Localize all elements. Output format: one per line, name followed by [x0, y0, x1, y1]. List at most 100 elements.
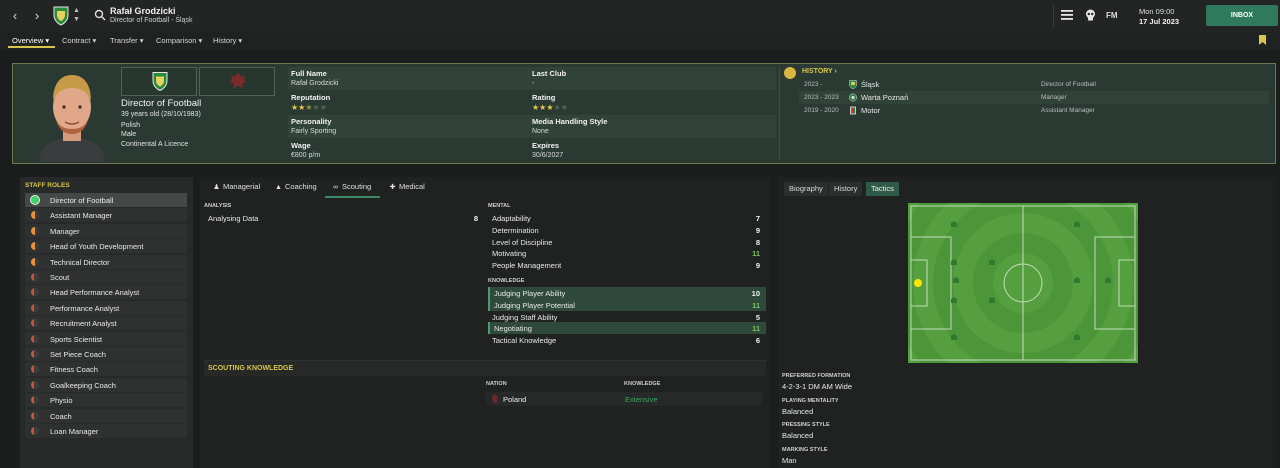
subnav-transfer[interactable]: Transfer ▾ [110, 36, 144, 45]
nation-column-header: NATION [486, 381, 507, 387]
history-club[interactable]: Śląsk [861, 80, 879, 89]
role-suitability-icon [31, 350, 39, 358]
top-bar: ‹ › ▲ ▼ Rafał Grodzicki Director of Footb… [0, 0, 1280, 32]
role-label: Goalkeeping Coach [50, 380, 116, 390]
mentality-value: Balanced [782, 407, 814, 416]
bookmark-icon[interactable] [1259, 35, 1266, 45]
role-item[interactable]: Technical Director [25, 254, 187, 269]
media-handling-value: None [532, 128, 549, 135]
menu-icon[interactable] [1061, 10, 1073, 20]
role-suitability-icon [31, 411, 39, 420]
role-item[interactable]: Director of Football [25, 193, 187, 207]
tab-medical[interactable]: ✚ Medical [388, 182, 425, 197]
history-years: 2023 - 2023 [804, 94, 839, 101]
current-date: 17 Jul 2023 [1139, 17, 1180, 26]
role-suitability-icon [31, 211, 39, 220]
nation-knowledge-row[interactable]: Poland Extensive [486, 392, 762, 406]
history-role: Assistant Manager [1041, 107, 1095, 114]
staff-roles-panel: STAFF ROLES Director of Football Assistan… [20, 177, 193, 468]
attribute-value: 8 [473, 214, 478, 223]
role-item[interactable]: Physio [25, 393, 187, 408]
role-suitability-icon [31, 427, 39, 435]
slask-crest-icon [152, 72, 168, 92]
role-label: Performance Analyst [50, 303, 120, 313]
role-label: Coach [50, 411, 72, 421]
slask-badge-icon [849, 80, 857, 89]
tab-scouting[interactable]: ∞ Scouting [331, 182, 371, 197]
tab-coaching[interactable]: ▲ Coaching [274, 182, 317, 197]
history-link[interactable]: HISTORY › [802, 68, 837, 75]
current-club-badge[interactable] [121, 67, 197, 96]
managerial-icon: ♟ [213, 184, 220, 191]
attribute-value: 8 [755, 237, 760, 247]
profile-info-grid: Full Name Rafał Grodzicki Last Club - Re… [288, 67, 776, 161]
role-label: Director of Football [50, 196, 114, 205]
history-club[interactable]: Motor [861, 106, 880, 115]
inbox-button[interactable]: INBOX [1206, 5, 1278, 26]
attribute-name: Judging Player Potential [494, 300, 575, 310]
expires-label: Expires [532, 141, 560, 150]
role-label: Sports Scientist [50, 334, 103, 344]
role-item[interactable]: Recruitment Analyst [25, 316, 187, 331]
fm-logo-icon[interactable]: FM [1106, 11, 1118, 20]
attribute-value: 10 [751, 289, 760, 298]
subnav-contract[interactable]: Contract ▾ [62, 36, 96, 45]
tab-biography[interactable]: Biography [784, 182, 828, 196]
role-item[interactable]: Loan Manager [25, 424, 187, 438]
attribute-row: Judging Player Ability 10 [488, 287, 766, 299]
scouting-knowledge-title: SCOUTING KNOWLEDGE [208, 365, 294, 372]
history-row[interactable]: 2023 - 2023 Warta Poznań Manager [799, 91, 1269, 104]
attribute-row: Tactical Knowledge 6 [488, 334, 766, 346]
nation-emblem-icon [230, 72, 246, 89]
skull-icon[interactable] [1085, 9, 1096, 21]
history-club[interactable]: Warta Poznań [861, 93, 908, 102]
role-item[interactable]: Manager [25, 223, 187, 238]
tab-managerial[interactable]: ♟ Managerial [212, 182, 260, 197]
role-item[interactable]: Goalkeeping Coach [25, 377, 187, 392]
subnav-overview[interactable]: Overview ▾ [12, 36, 49, 45]
tab-tactics[interactable]: Tactics [866, 182, 899, 196]
marking-value: Man [782, 456, 797, 465]
tab-history[interactable]: History [829, 182, 863, 196]
role-suitability-icon [31, 334, 39, 343]
personality-value: Fairly Sporting [291, 128, 337, 135]
back-arrow-icon[interactable]: ‹ [8, 8, 22, 24]
history-row[interactable]: 2023 - Śląsk Director of Football [799, 78, 1269, 91]
history-row[interactable]: 2019 - 2020 Motor Assistant Manager [799, 104, 1269, 117]
role-item[interactable]: Sports Scientist [25, 331, 187, 346]
club-crest-icon[interactable] [52, 6, 70, 26]
role-item[interactable]: Set Piece Coach [25, 347, 187, 361]
attribute-row: Judging Staff Ability 5 [488, 311, 766, 323]
forward-arrow-icon[interactable]: › [30, 8, 44, 24]
licence-text: Continental A Licence [121, 141, 189, 148]
info-row: Reputation ★★★★★ Rating ★★★★★ [288, 91, 776, 114]
role-label: Assistant Manager [50, 211, 113, 221]
nation-badge[interactable] [199, 67, 275, 96]
goalkeeper-marker [914, 279, 922, 287]
role-item[interactable]: Head Performance Analyst [25, 285, 187, 300]
role-item[interactable]: Coach [25, 408, 187, 423]
role-item[interactable]: Fitness Coach [25, 362, 187, 377]
attribute-value: 7 [755, 214, 760, 223]
info-row: Full Name Rafał Grodzicki Last Club - [288, 67, 776, 90]
info-row: Wage €800 p/m Expires 30/6/2027 [288, 139, 776, 162]
attributes-panel: ♟ Managerial ▲ Coaching ∞ Scouting ✚ Medical… [200, 177, 770, 468]
attribute-row: Negotiating 11 [488, 322, 766, 335]
rating-stars: ★★★★★ [532, 103, 568, 112]
role-item[interactable]: Head of Youth Development [25, 239, 187, 254]
club-switch-arrows-icon[interactable]: ▲ ▼ [73, 6, 80, 24]
search-icon[interactable] [94, 9, 106, 21]
attribute-name: Motivating [492, 249, 527, 259]
subnav-history[interactable]: History ▾ [213, 36, 242, 45]
role-item[interactable]: Performance Analyst [25, 300, 187, 315]
role-item[interactable]: Assistant Manager [25, 208, 187, 223]
nation-name[interactable]: Poland [503, 395, 526, 404]
age-text: 39 years old (28/10/1983) [121, 111, 201, 118]
formation-pitch [908, 203, 1138, 363]
attribute-value: 11 [752, 324, 760, 334]
subnav-comparison[interactable]: Comparison ▾ [156, 36, 202, 45]
media-handling-label: Media Handling Style [532, 117, 608, 126]
attribute-name: People Management [492, 261, 562, 270]
role-item[interactable]: Scout [25, 270, 187, 284]
attribute-name: Tactical Knowledge [492, 336, 557, 345]
